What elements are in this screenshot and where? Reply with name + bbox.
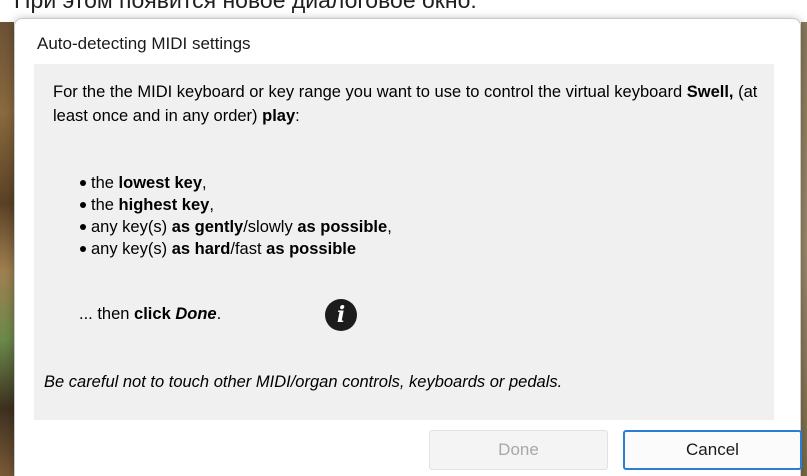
intro-part1: For the the MIDI keyboard or key range y… bbox=[53, 83, 687, 101]
list-item-text: /slowly bbox=[243, 218, 298, 236]
list-item: any key(s) as hard/fast as possible bbox=[78, 238, 392, 260]
list-item-text: , bbox=[209, 196, 214, 214]
list-item: the lowest key, bbox=[78, 172, 392, 194]
intro-text: For the the MIDI keyboard or key range y… bbox=[53, 80, 773, 128]
list-item-text: the bbox=[91, 174, 119, 192]
list-item-text: any key(s) bbox=[91, 240, 172, 258]
intro-colon: : bbox=[295, 107, 300, 125]
warning-text: Be careful not to touch other MIDI/organ… bbox=[44, 373, 563, 391]
list-item-emphasis: highest key bbox=[118, 196, 210, 214]
background-caption: При этом появится новое диалоговое окно: bbox=[14, 0, 477, 13]
click-word: click bbox=[134, 305, 171, 323]
cancel-button[interactable]: Cancel bbox=[623, 430, 802, 470]
list-item-text: , bbox=[202, 174, 207, 192]
list-item-emphasis: lowest key bbox=[118, 174, 202, 192]
list-item-emphasis: as gently bbox=[171, 218, 244, 236]
background-left-edge bbox=[0, 22, 14, 476]
then-prefix: ... then bbox=[79, 305, 135, 323]
then-period: . bbox=[216, 305, 222, 323]
list-item: the highest key, bbox=[78, 194, 392, 216]
done-word: Done bbox=[175, 305, 217, 323]
dialog-title: Auto-detecting MIDI settings bbox=[37, 34, 251, 53]
list-item-text: , bbox=[387, 218, 392, 236]
list-item-emphasis: as possible bbox=[297, 218, 388, 236]
background-right-edge bbox=[801, 22, 807, 476]
play-instruction: play bbox=[262, 107, 296, 125]
instruction-list: the lowest key, the highest key, any key… bbox=[78, 172, 392, 260]
done-button[interactable]: Done bbox=[429, 430, 608, 470]
then-click-done-text: ... then click Done. bbox=[79, 303, 221, 325]
dialog-content-panel: For the the MIDI keyboard or key range y… bbox=[34, 64, 774, 420]
keyboard-name: Swell, bbox=[686, 83, 734, 101]
list-item: any key(s) as gently/slowly as possible, bbox=[78, 216, 392, 238]
midi-autodetect-dialog: Auto-detecting MIDI settings For the the… bbox=[14, 18, 802, 476]
list-item-text: /fast bbox=[230, 240, 267, 258]
list-item-emphasis: as hard bbox=[171, 240, 231, 258]
list-item-text: any key(s) bbox=[91, 218, 172, 236]
list-item-text: the bbox=[91, 196, 119, 214]
info-icon[interactable]: i bbox=[325, 299, 357, 331]
list-item-emphasis: as possible bbox=[266, 240, 357, 258]
